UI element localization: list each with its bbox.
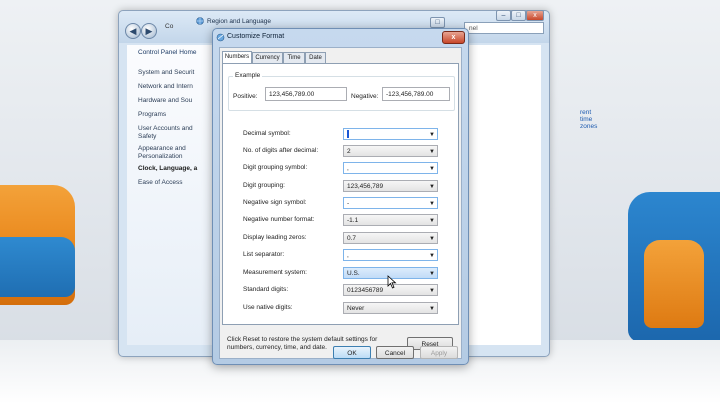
nav-item-appearance[interactable]: Appearance and — [138, 145, 186, 152]
digit-grouping-symbol-label: Digit grouping symbol: — [243, 164, 308, 171]
bg-close-window-icon[interactable]: x — [526, 10, 544, 21]
standard-digits-value: 0123456789 — [347, 287, 384, 294]
reset-note: Click Reset to restore the system defaul… — [227, 336, 378, 351]
chevron-down-icon[interactable]: ▼ — [429, 146, 435, 158]
nav-item-personalization[interactable]: Personalization — [138, 153, 182, 160]
measurement-system-value: U.S. — [347, 270, 360, 277]
digits-after-decimal-combo[interactable]: 2 ▼ — [343, 145, 438, 157]
nav-item-ease-of-access[interactable]: Ease of Access — [138, 179, 182, 186]
chevron-down-icon[interactable]: ▼ — [429, 303, 435, 315]
address-text[interactable]: Co — [165, 23, 173, 30]
negative-number-format-value: -1.1 — [347, 217, 359, 224]
example-legend: Example — [233, 72, 263, 79]
nav-item-control-panel-home[interactable]: Control Panel Home — [138, 49, 197, 56]
digit-grouping-value: 123,456,789 — [347, 183, 384, 190]
nav-item-safety[interactable]: Safety — [138, 133, 156, 140]
chevron-down-icon[interactable]: ▼ — [429, 198, 435, 210]
nav-item-hardware-sound[interactable]: Hardware and Sou — [138, 97, 192, 104]
close-icon[interactable]: x — [442, 31, 465, 44]
apply-button[interactable]: Apply — [420, 346, 458, 359]
negative-sign-symbol-label: Negative sign symbol: — [243, 199, 307, 206]
chevron-down-icon[interactable]: ▼ — [429, 129, 435, 141]
nav-item-network[interactable]: Network and Intern — [138, 83, 193, 90]
list-separator-label: List separator: — [243, 251, 285, 258]
mouse-pointer-icon — [387, 275, 397, 289]
customize-format-dialog: Customize Format x Numbers Currency Time… — [212, 28, 469, 365]
decimal-symbol-combo[interactable]: ▼ — [343, 128, 438, 140]
negative-label: Negative: — [351, 93, 379, 100]
minimize-window-icon[interactable]: – — [496, 10, 511, 21]
control-panel-nav-pane: Control Panel Home System and Securit Ne… — [127, 45, 222, 345]
wallpaper-sofa-seat — [0, 237, 75, 297]
digit-grouping-symbol-combo[interactable]: , ▼ — [343, 162, 438, 174]
nav-item-programs[interactable]: Programs — [138, 111, 166, 118]
use-native-digits-label: Use native digits: — [243, 304, 293, 311]
list-separator-value: , — [347, 252, 349, 259]
wallpaper-sofa-left — [0, 185, 75, 305]
cancel-button[interactable]: Cancel — [376, 346, 414, 359]
chevron-down-icon[interactable]: ▼ — [429, 181, 435, 193]
time-zones-link[interactable]: rent time zones — [580, 109, 597, 130]
chevron-down-icon[interactable]: ▼ — [429, 215, 435, 227]
negative-example-field: -123,456,789.00 — [382, 87, 450, 101]
use-native-digits-combo[interactable]: Never ▼ — [343, 302, 438, 314]
digit-grouping-label: Digit grouping: — [243, 182, 285, 189]
digits-after-decimal-value: 2 — [347, 148, 351, 155]
negative-number-format-label: Negative number format: — [243, 216, 315, 223]
ok-button[interactable]: OK — [333, 346, 371, 359]
chevron-down-icon[interactable]: ▼ — [429, 233, 435, 245]
negative-sign-symbol-value: - — [347, 200, 350, 207]
negative-number-format-combo[interactable]: -1.1 ▼ — [343, 214, 438, 226]
example-group: Positive: 123,456,789.00 Negative: -123,… — [228, 76, 455, 111]
tab-time[interactable]: Time — [283, 52, 305, 63]
wallpaper-sofa-arm — [644, 240, 704, 328]
nav-item-clock-language[interactable]: Clock, Language, a — [138, 165, 197, 172]
maximize-window-icon[interactable]: □ — [511, 10, 526, 21]
decimal-symbol-label: Decimal symbol: — [243, 130, 291, 137]
search-input[interactable]: nel — [464, 22, 544, 34]
nav-item-system-security[interactable]: System and Securit — [138, 69, 194, 76]
measurement-system-label: Measurement system: — [243, 269, 307, 276]
text-cursor — [347, 130, 349, 139]
negative-sign-symbol-combo[interactable]: - ▼ — [343, 197, 438, 209]
globe-icon — [196, 17, 204, 25]
numbers-panel: Positive: 123,456,789.00 Negative: -123,… — [222, 63, 459, 325]
use-native-digits-value: Never — [347, 305, 365, 312]
standard-digits-label: Standard digits: — [243, 286, 289, 293]
tab-date[interactable]: Date — [305, 52, 326, 63]
display-leading-zeros-label: Display leading zeros: — [243, 234, 307, 241]
dialog-title: Customize Format — [227, 33, 285, 40]
nav-item-user-accounts[interactable]: User Accounts and — [138, 125, 193, 132]
display-leading-zeros-value: 0.7 — [347, 235, 357, 242]
positive-example-field: 123,456,789.00 — [265, 87, 347, 101]
restore-window-icon[interactable]: □ — [430, 17, 445, 28]
wallpaper-sofa-right — [628, 192, 720, 342]
region-language-titlebar: Region and Language — [190, 12, 445, 28]
tab-currency[interactable]: Currency — [252, 52, 283, 63]
digits-after-decimal-label: No. of digits after decimal: — [243, 147, 319, 154]
chevron-down-icon[interactable]: ▼ — [429, 268, 435, 280]
display-leading-zeros-combo[interactable]: 0.7 ▼ — [343, 232, 438, 244]
back-arrow-icon[interactable]: ◀ — [125, 23, 141, 39]
list-separator-combo[interactable]: , ▼ — [343, 249, 438, 261]
positive-label: Positive: — [233, 93, 258, 100]
digit-grouping-combo[interactable]: 123,456,789 ▼ — [343, 180, 438, 192]
chevron-down-icon[interactable]: ▼ — [429, 163, 435, 175]
customize-format-icon — [216, 33, 225, 42]
chevron-down-icon[interactable]: ▼ — [429, 285, 435, 297]
chevron-down-icon[interactable]: ▼ — [429, 250, 435, 262]
region-language-title: Region and Language — [207, 18, 271, 25]
forward-arrow-icon[interactable]: ▶ — [141, 23, 157, 39]
dialog-body: Numbers Currency Time Date Positive: 123… — [219, 47, 462, 359]
digit-grouping-symbol-value: , — [347, 165, 349, 172]
